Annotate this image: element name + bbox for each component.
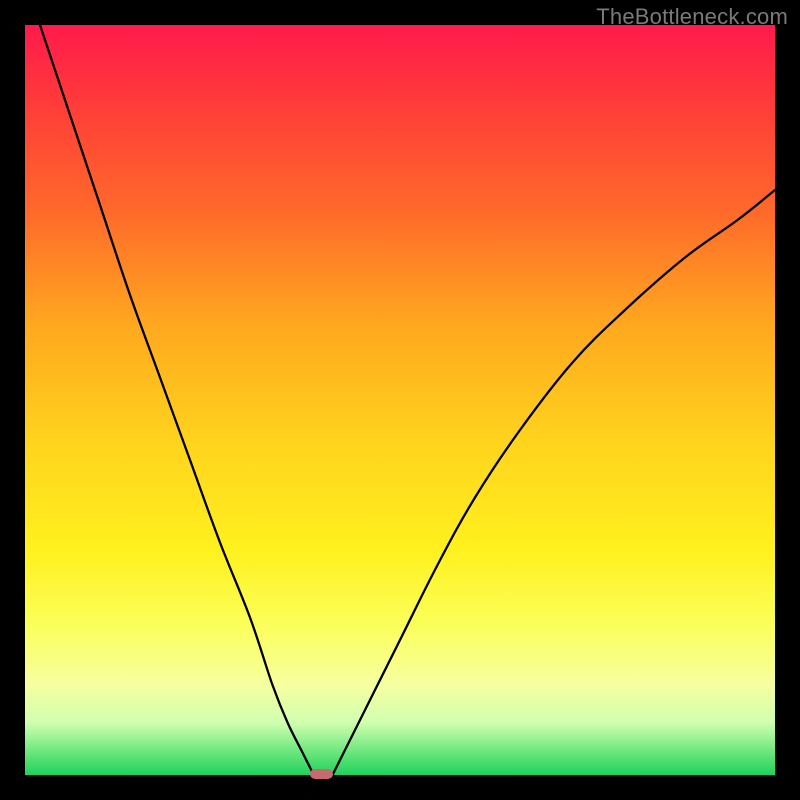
chart-canvas bbox=[25, 25, 775, 775]
curve-right-branch bbox=[333, 190, 776, 775]
optimal-point-marker bbox=[310, 769, 333, 780]
curve-left-branch bbox=[40, 25, 314, 775]
watermark-text: TheBottleneck.com bbox=[596, 4, 788, 30]
